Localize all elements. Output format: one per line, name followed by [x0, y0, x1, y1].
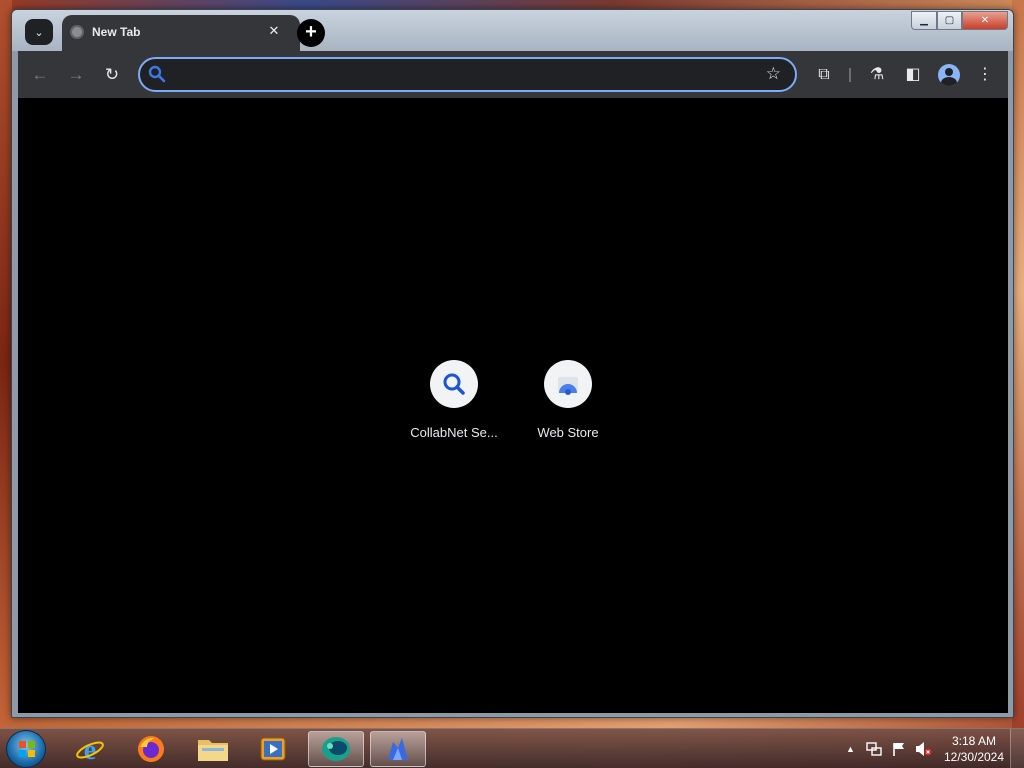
labs-flask-icon[interactable]: ⚗	[865, 63, 889, 87]
taskbar-blue-app[interactable]	[370, 731, 426, 767]
menu-kebab-icon[interactable]: ⋮	[973, 63, 997, 87]
window-controls: ▁ ▢ ✕	[911, 11, 1008, 30]
start-button[interactable]	[6, 730, 46, 768]
taskbar-firefox[interactable]	[123, 731, 179, 767]
shortcut-collabnet[interactable]: CollabNet Se...	[398, 360, 510, 450]
shortcut-label: Web Store	[537, 425, 599, 440]
address-bar[interactable]: ☆	[138, 57, 797, 92]
internet-explorer-icon: e	[76, 735, 104, 765]
new-tab-page: CollabNet Se... Web Store	[18, 98, 1008, 713]
show-desktop-button[interactable]	[1010, 729, 1024, 768]
network-icon[interactable]	[866, 741, 882, 757]
windows-logo-icon	[19, 741, 35, 757]
shortcut-tile	[430, 360, 478, 408]
close-tab-icon[interactable]: ✕	[265, 22, 283, 40]
tab-search-button[interactable]: ⌄	[25, 19, 53, 45]
extensions-icon[interactable]: ⧉	[812, 63, 836, 87]
tab-title: New Tab	[92, 25, 141, 39]
search-icon	[148, 65, 166, 83]
browser-toolbar: ← → ↻ ☆ ⧉ ⚗ ◧ ⋮	[18, 51, 1008, 98]
shortcut-web-store[interactable]: Web Store	[512, 360, 624, 450]
minimize-button[interactable]: ▁	[911, 11, 937, 30]
action-center-flag-icon[interactable]	[891, 741, 907, 757]
address-input[interactable]	[174, 64, 754, 86]
firefox-icon	[138, 736, 164, 762]
shortcut-tile	[544, 360, 592, 408]
tab-new-tab[interactable]: New Tab ✕	[62, 15, 300, 52]
clock-time: 3:18 AM	[951, 734, 997, 748]
back-button[interactable]: ←	[28, 63, 52, 87]
browser-titlebar: ⌄ New Tab ✕ + ▁ ▢ ✕	[12, 10, 1013, 52]
media-player-icon	[260, 737, 286, 761]
taskbar-browser[interactable]	[308, 731, 364, 767]
maximize-button[interactable]: ▢	[937, 11, 962, 30]
system-clock[interactable]: 3:18 AM 12/30/2024	[942, 733, 1006, 765]
browser-window: ⌄ New Tab ✕ + ▁ ▢ ✕ ← → ↻ ☆ ⧉ ⚗ ◧ ⋮ Coll…	[11, 9, 1014, 718]
reload-button[interactable]: ↻	[100, 63, 124, 87]
taskbar-file-explorer[interactable]	[185, 731, 241, 767]
folder-icon	[198, 740, 228, 761]
profile-avatar-icon[interactable]	[938, 64, 960, 86]
close-window-button[interactable]: ✕	[962, 11, 1008, 30]
taskbar-internet-explorer[interactable]: e	[62, 731, 118, 767]
new-tab-button[interactable]: +	[297, 19, 325, 47]
shortcut-label: CollabNet Se...	[410, 425, 498, 440]
clock-date: 12/30/2024	[943, 750, 1005, 764]
toolbar-separator	[849, 68, 851, 82]
bookmark-star-icon[interactable]: ☆	[766, 64, 781, 84]
forward-button[interactable]: →	[64, 63, 88, 87]
search-icon	[443, 373, 465, 395]
svg-text:e: e	[84, 735, 96, 765]
blue-app-icon	[388, 738, 408, 760]
taskbar: e ▲ 3:18 AM 12/30/2024	[0, 728, 1024, 768]
taskbar-media-player[interactable]	[245, 731, 301, 767]
volume-muted-icon[interactable]	[914, 741, 932, 757]
side-panel-icon[interactable]: ◧	[901, 63, 925, 87]
browser-app-icon	[322, 737, 350, 761]
globe-icon	[70, 25, 84, 39]
web-store-icon	[558, 377, 578, 395]
show-hidden-icons-button[interactable]: ▲	[846, 744, 855, 754]
